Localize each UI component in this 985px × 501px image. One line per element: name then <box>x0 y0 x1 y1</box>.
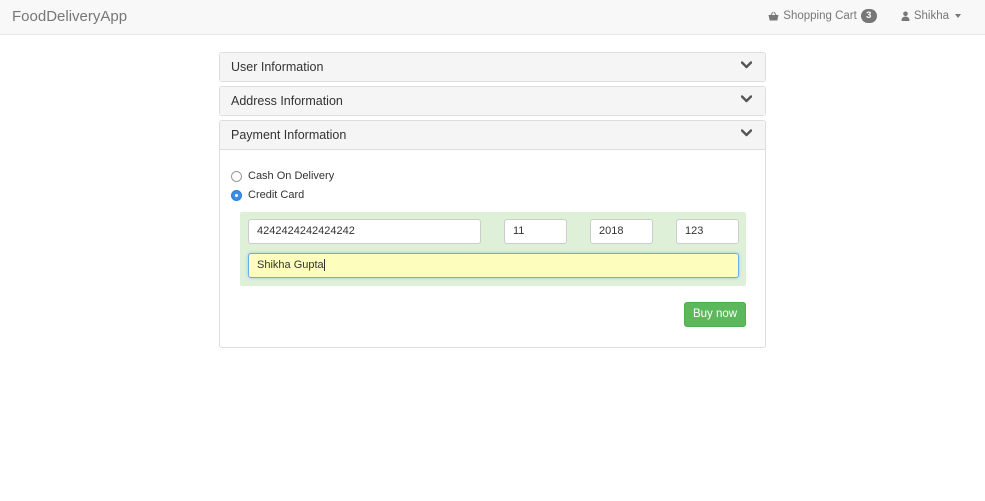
cash-on-delivery-radio[interactable] <box>231 170 242 182</box>
user-menu-toggle[interactable]: Shikha <box>901 10 961 22</box>
card-holder-value: Shikha Gupta <box>257 259 324 271</box>
credit-card-option[interactable]: Credit Card <box>231 189 304 201</box>
navbar: FoodDeliveryApp Shopping Cart 3 Shikha <box>0 0 985 35</box>
nav-right: Shopping Cart 3 Shikha <box>768 9 961 23</box>
cart-count-badge: 3 <box>860 9 877 23</box>
chevron-down-icon <box>741 129 752 137</box>
expiry-month-input[interactable]: 11 <box>504 219 567 244</box>
credit-card-radio[interactable] <box>231 189 242 201</box>
chevron-down-icon <box>741 61 752 69</box>
buy-now-button[interactable]: Buy now <box>684 302 746 327</box>
caret-down-icon <box>955 14 961 18</box>
chevron-down-icon <box>741 95 752 103</box>
user-name: Shikha <box>913 10 949 22</box>
checkout-accordion: User Information Address Information Pay… <box>219 52 766 352</box>
address-information-panel: Address Information <box>219 86 766 116</box>
address-information-header[interactable]: Address Information <box>220 87 765 115</box>
card-holder-name-input[interactable]: Shikha Gupta <box>248 253 739 278</box>
user-icon <box>901 11 910 21</box>
panel-title: Payment Information <box>231 128 347 142</box>
brand-link[interactable]: FoodDeliveryApp <box>12 8 127 25</box>
credit-card-form: 4242424242424242 11 2018 123 Shikha Gupt… <box>240 212 746 286</box>
text-cursor <box>323 259 325 272</box>
panel-title: Address Information <box>231 94 343 108</box>
shopping-cart-label: Shopping Cart <box>783 10 857 22</box>
cash-on-delivery-option[interactable]: Cash On Delivery <box>231 170 334 182</box>
shopping-cart-link[interactable]: Shopping Cart 3 <box>768 9 877 23</box>
cvc-input[interactable]: 123 <box>676 219 739 244</box>
payment-information-panel: Payment Information Cash On Delivery Cre… <box>219 120 766 348</box>
payment-panel-body: Cash On Delivery Credit Card 42424242424… <box>220 149 765 347</box>
panel-title: User Information <box>231 60 324 74</box>
radio-label: Credit Card <box>248 189 305 201</box>
radio-label: Cash On Delivery <box>248 170 335 182</box>
card-number-input[interactable]: 4242424242424242 <box>248 219 481 244</box>
expiry-year-input[interactable]: 2018 <box>590 219 653 244</box>
user-information-header[interactable]: User Information <box>220 53 765 81</box>
shopping-basket-icon <box>768 11 779 21</box>
payment-information-header[interactable]: Payment Information <box>220 121 765 149</box>
user-information-panel: User Information <box>219 52 766 82</box>
